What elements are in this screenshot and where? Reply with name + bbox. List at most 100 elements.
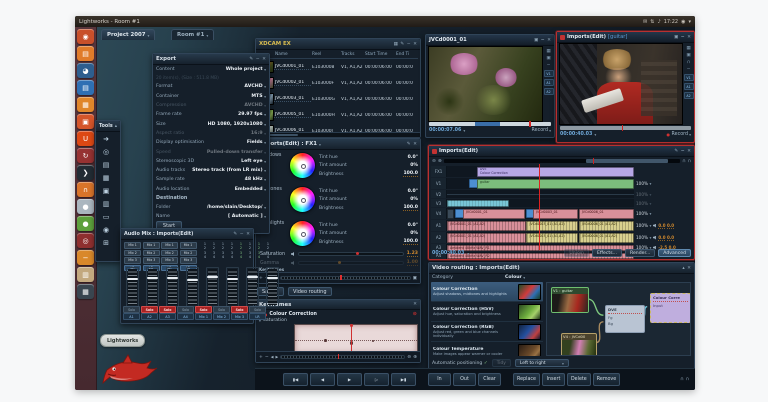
chevron-down-icon[interactable]: ▾ — [549, 128, 551, 133]
category-dropdown[interactable]: Colour ▾ — [505, 275, 525, 280]
record-timecode[interactable]: 00:00:40.03 — [560, 132, 592, 137]
timeline-playhead[interactable] — [539, 164, 541, 250]
reset-icon[interactable] — [291, 252, 294, 256]
port-bg[interactable]: Bg — [608, 321, 642, 327]
lane-fx1[interactable]: DVE Colour Correction — [447, 166, 634, 177]
clear-marks-button[interactable]: Clear — [478, 373, 501, 386]
bin-row[interactable]: JVCd0005_01 E103000H V1, A1,A2 00:00:06:… — [256, 107, 420, 123]
speaker-icon[interactable] — [652, 223, 656, 228]
headphones-icon[interactable]: ∩ — [680, 377, 683, 382]
track-chip-a2[interactable]: A2 — [683, 92, 694, 99]
level-v4[interactable]: 100% ▾ — [634, 208, 692, 219]
effect-item-colour-correction-rgb[interactable]: Colour Correction (RGB) Adjust red, gree… — [431, 322, 543, 342]
solo-a1[interactable]: Solo — [123, 306, 140, 313]
lane-a1[interactable]: JVCd0001_01 (A1,A2) JVCd0003_01 (A1,A2) … — [447, 220, 634, 231]
timeline-timecode[interactable]: 00:00:40.03 — [432, 251, 464, 256]
gamma-slider[interactable] — [298, 260, 404, 266]
keyframe-target-icon[interactable]: ⊙ — [413, 311, 417, 317]
route-button[interactable]: Mix 3 — [124, 257, 141, 264]
keyframe-graph[interactable] — [294, 324, 418, 354]
shadows-colour-wheel[interactable] — [290, 153, 315, 178]
bin-icon[interactable]: ▦ — [546, 49, 550, 54]
saturation-slider[interactable] — [298, 251, 404, 257]
track-chip-v1[interactable]: V1 — [543, 70, 554, 77]
chevron-down-icon[interactable]: ▾ — [594, 132, 596, 137]
video-clip[interactable]: guitar — [476, 178, 634, 189]
node-v4-clip[interactable]: V4 : JVCd00 — [561, 333, 597, 355]
effect-item-colour-temperature[interactable]: Colour Temperature Make images appear wa… — [431, 342, 543, 356]
video-clip[interactable]: JVCd0006_01 — [578, 208, 634, 219]
launcher-writer[interactable]: ▤ — [77, 80, 94, 95]
route-button[interactable]: Mix 1 — [124, 242, 141, 249]
export-row-container[interactable]: Container MTS ▾ — [153, 92, 269, 101]
track-chip-v1[interactable]: V1 — [683, 74, 694, 81]
track-chip-a2[interactable]: A2 — [543, 88, 554, 95]
track-chip-a1[interactable]: A1 — [683, 83, 694, 90]
solo-mix3[interactable]: Solo — [231, 306, 248, 313]
close-icon[interactable]: ✕ — [413, 42, 417, 47]
route-button[interactable]: Mix 3 — [161, 257, 178, 264]
export-row-audio-tracks[interactable]: Audio tracks Stereo track (from LR mix) ▾ — [153, 166, 269, 175]
video-clip[interactable] — [447, 208, 455, 219]
route-button[interactable]: Mix 1 — [142, 242, 160, 249]
effect-item-colour-correction[interactable]: Colour Correction Adjust shadows, midton… — [431, 282, 543, 302]
tidy-button[interactable]: Tidy — [491, 359, 511, 367]
keyframes-param-row[interactable]: ▾ Saturation — [256, 318, 420, 323]
taskbar-lightworks-item[interactable]: Lightworks — [100, 334, 146, 347]
next-keyframe-icon[interactable]: ▶ — [275, 355, 278, 359]
launcher-impress[interactable]: ▦ — [77, 97, 94, 112]
audio-clip[interactable]: JVCd0006_01 (A1,A2) — [578, 232, 634, 243]
play-button[interactable]: ▶ — [337, 373, 362, 386]
render-button[interactable]: Render... — [624, 249, 656, 257]
pin-icon[interactable]: ▴ — [682, 266, 684, 271]
unjoin-button[interactable]: Unjoin — [564, 249, 589, 257]
route-button[interactable]: Mix 2 — [124, 249, 141, 257]
lane-v3[interactable] — [447, 199, 634, 207]
bins-tool-icon[interactable]: ▤ — [96, 158, 116, 171]
video-routing-header[interactable]: Video routing : Imports(Edit) ▴ ✕ — [429, 263, 694, 274]
auto-positioning-toggle[interactable]: Automatic positioning ✓ — [432, 361, 488, 366]
list-icon[interactable]: − — [547, 63, 551, 68]
solo-a3[interactable]: Solo — [159, 306, 176, 313]
zoom-out-icon[interactable]: ⊖ — [407, 355, 411, 360]
screen-tool-icon[interactable]: ▭ — [96, 210, 116, 223]
highlights-colour-wheel[interactable] — [290, 221, 315, 246]
source-timecode[interactable]: 00:00:07.06 — [429, 128, 461, 133]
fader-a1[interactable] — [126, 267, 139, 307]
edit-icon[interactable]: ✎ — [249, 57, 253, 62]
export-row-format[interactable]: Format AVCHD ▾ — [153, 82, 269, 91]
solo-mix2[interactable]: Solo — [213, 306, 230, 313]
export-row-sample-rate[interactable]: Sample rate 48 kHz ▾ — [153, 175, 269, 184]
tools-panel-header[interactable]: Tools ▴ — [96, 121, 120, 132]
solo-mix1[interactable]: Solo — [195, 306, 212, 313]
launcher-image-viewer[interactable]: ▦ — [77, 284, 94, 299]
step-forward-button[interactable]: ▷ — [364, 373, 389, 386]
level-v3[interactable]: 100% ▾ — [634, 199, 692, 207]
minimize-icon[interactable]: − — [541, 38, 545, 43]
close-icon[interactable]: ✕ — [262, 57, 266, 62]
add-keyframe-icon[interactable]: + — [259, 355, 263, 360]
export-row-audio-location[interactable]: Audio location Embedded ▾ — [153, 185, 269, 194]
col-start[interactable]: Start Time — [364, 50, 395, 59]
port-input[interactable]: Input — [651, 303, 690, 308]
audio-clip[interactable]: JVCd0001_01 (A1,A2) — [447, 232, 526, 243]
power-menu-icon[interactable]: ▾ — [688, 19, 691, 25]
keyframes-header[interactable]: Keyframes ✕ — [256, 300, 420, 310]
keyframes-effect-row[interactable]: ▶ ● Colour Correction ⊙ — [256, 310, 420, 318]
bin-row[interactable]: JVCd0003_01 E103000G V1, A1,A2 00:00:06:… — [256, 91, 420, 107]
edit-icon[interactable]: ✎ — [407, 142, 411, 147]
solo-lr[interactable]: Solo — [249, 306, 266, 313]
popout-icon[interactable]: ▣ — [534, 38, 538, 43]
remove-button[interactable]: Remove — [592, 373, 621, 386]
chevron-down-icon[interactable]: ▾ — [689, 132, 691, 137]
node-v1-guitar[interactable]: V1 : guitar — [551, 287, 589, 313]
mark-out-button[interactable]: Out — [453, 373, 476, 386]
close-icon[interactable]: ✕ — [687, 35, 691, 40]
launcher-ubuntu-one[interactable]: U — [77, 131, 94, 146]
fx-header[interactable]: Imports(Edit) : FX1 ▾ ✎ ✕ — [256, 139, 420, 150]
minimize-icon[interactable]: − — [407, 42, 411, 47]
effects-button[interactable]: Effects... — [591, 249, 622, 257]
replace-button[interactable]: Replace — [513, 373, 540, 386]
launcher-terminal[interactable]: ❯ — [77, 165, 94, 180]
effect-item-colour-correction-hsv[interactable]: Colour Correction (HSV) Adjust hue, satu… — [431, 302, 543, 322]
